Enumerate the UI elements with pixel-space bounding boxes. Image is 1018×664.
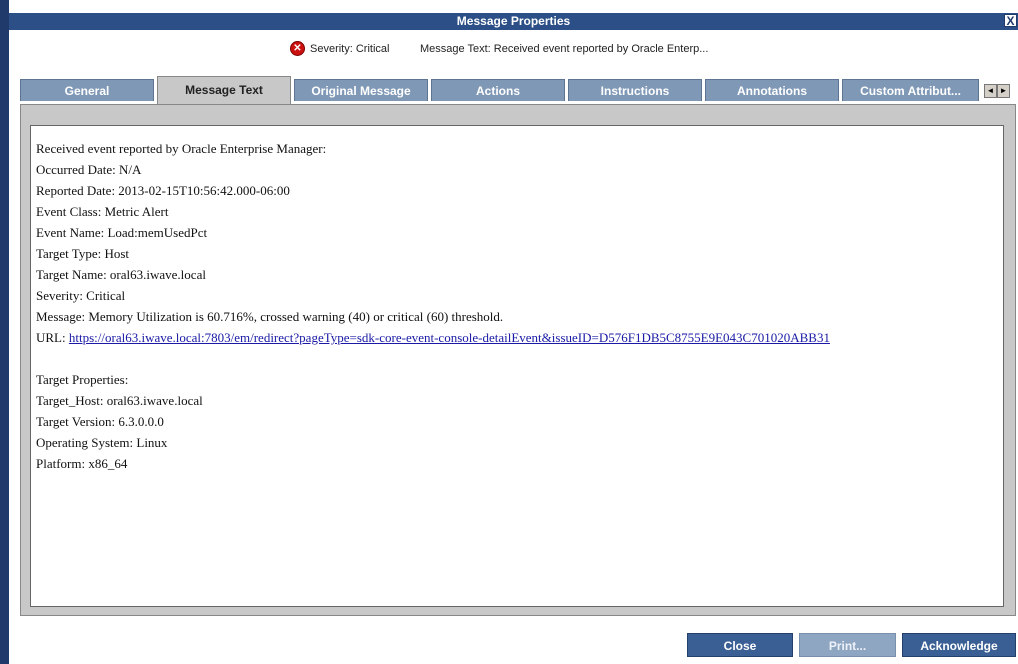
critical-x-icon: ✕ — [290, 41, 305, 56]
content-line: Event Class: Metric Alert — [36, 204, 169, 219]
content-line: Received event reported by Oracle Enterp… — [36, 141, 327, 156]
close-button[interactable]: Close — [687, 633, 793, 657]
tab-instructions[interactable]: Instructions — [568, 79, 702, 101]
content-line: Target Properties: — [36, 372, 129, 387]
tab-actions[interactable]: Actions — [431, 79, 565, 101]
tab-scroll-left-icon[interactable]: ◄ — [984, 84, 997, 98]
content-line: Occurred Date: N/A — [36, 162, 142, 177]
content-line: Severity: Critical — [36, 288, 126, 303]
message-summary-bar: ✕ Severity: Critical Message Text: Recei… — [9, 30, 1018, 64]
content-line: Operating System: Linux — [36, 435, 168, 450]
url-line: URL: https://oral63.iwave.local:7803/em/… — [36, 327, 830, 348]
message-text-area: Received event reported by Oracle Enterp… — [30, 125, 1004, 607]
event-url-link[interactable]: https://oral63.iwave.local:7803/em/redir… — [69, 330, 830, 345]
content-line: Target Name: oral63.iwave.local — [36, 267, 206, 282]
content-line: Target Version: 6.3.0.0.0 — [36, 414, 164, 429]
window-titlebar: Message Properties X — [9, 13, 1018, 30]
tab-bar: General Message Text Original Message Ac… — [9, 64, 1018, 105]
message-text-summary: Message Text: Received event reported by… — [420, 43, 709, 55]
acknowledge-button[interactable]: Acknowledge — [902, 633, 1016, 657]
print-button[interactable]: Print... — [799, 633, 896, 657]
content-line: Reported Date: 2013-02-15T10:56:42.000-0… — [36, 183, 290, 198]
severity-label: Severity: Critical — [310, 43, 390, 55]
content-line: Target Type: Host — [36, 246, 130, 261]
window-title: Message Properties — [456, 14, 571, 28]
content-line: Event Name: Load:memUsedPct — [36, 225, 208, 240]
content-line: Target_Host: oral63.iwave.local — [36, 393, 203, 408]
tab-message-text[interactable]: Message Text — [157, 76, 291, 105]
tab-custom-attributes[interactable]: Custom Attribut... — [842, 79, 979, 101]
tab-general[interactable]: General — [20, 79, 154, 101]
tab-annotations[interactable]: Annotations — [705, 79, 839, 101]
tab-panel: Received event reported by Oracle Enterp… — [20, 104, 1016, 616]
tab-scroll-right-icon[interactable]: ► — [997, 84, 1010, 98]
window-left-border — [0, 0, 9, 664]
content-line: Message: Memory Utilization is 60.716%, … — [36, 309, 504, 324]
message-content: Received event reported by Oracle Enterp… — [36, 138, 830, 474]
close-window-icon[interactable]: X — [1004, 14, 1017, 27]
content-line: Platform: x86_64 — [36, 456, 128, 471]
url-label: URL: — [36, 330, 69, 345]
tab-original-message[interactable]: Original Message — [294, 79, 428, 101]
